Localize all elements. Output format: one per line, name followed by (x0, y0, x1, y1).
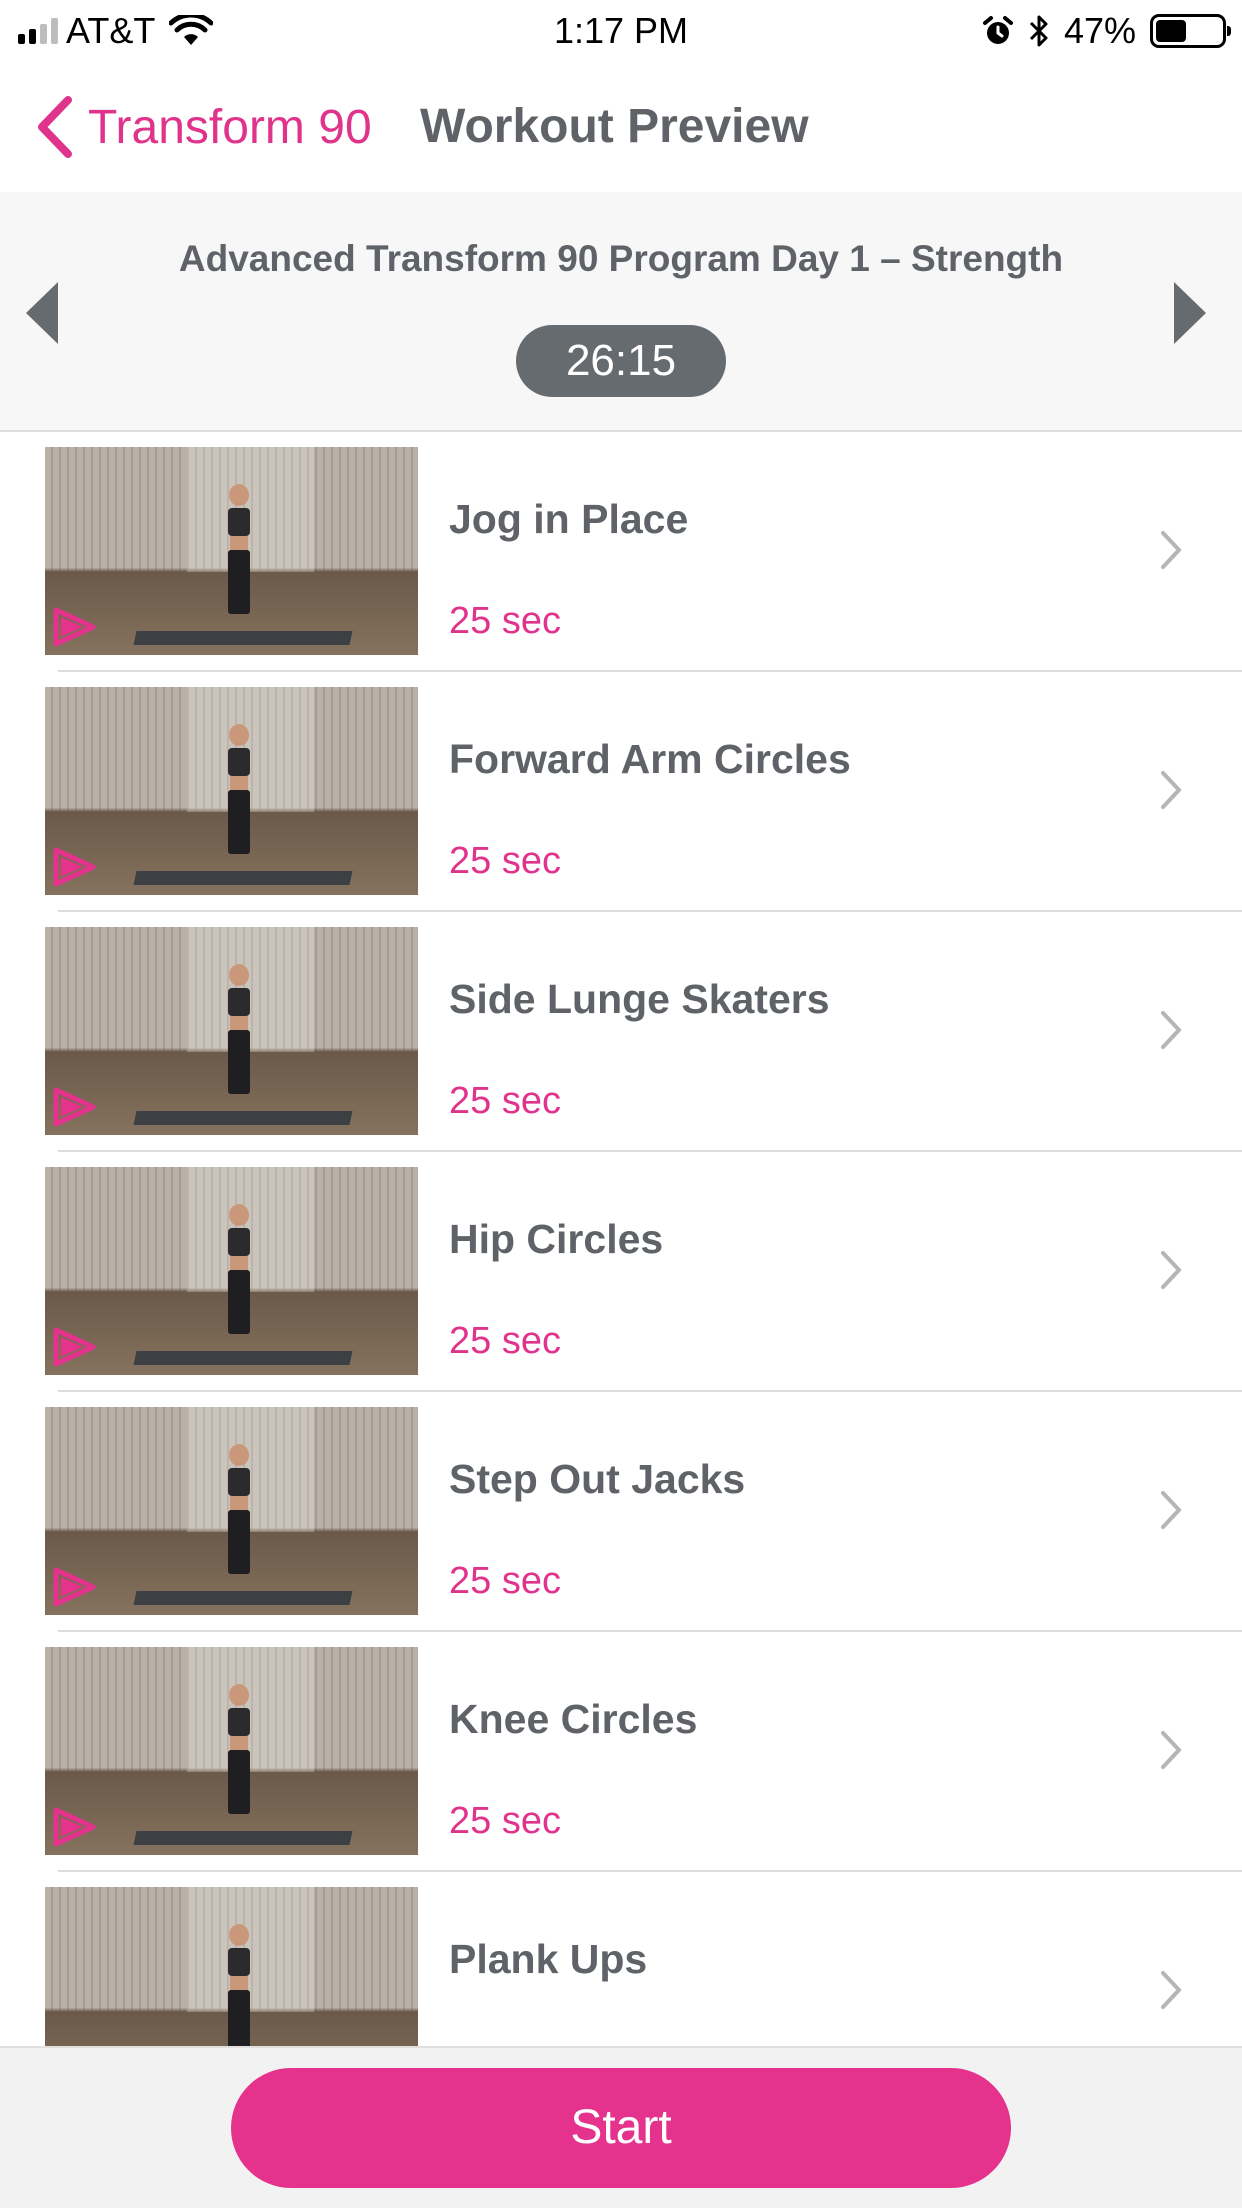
bottom-bar: Start (0, 2046, 1242, 2208)
exercise-thumbnail[interactable] (45, 447, 418, 655)
chevron-right-icon (1161, 1491, 1182, 1529)
exercise-thumbnail[interactable] (45, 1407, 418, 1615)
exercise-thumbnail[interactable] (45, 687, 418, 895)
play-icon[interactable] (53, 1807, 97, 1847)
workout-header: Advanced Transform 90 Program Day 1 – St… (0, 192, 1242, 432)
chevron-right-icon (1161, 1731, 1182, 1769)
exercise-name: Step Out Jacks (449, 1456, 746, 1502)
exercise-row[interactable]: Forward Arm Circles 25 sec (0, 672, 1242, 912)
chevron-right-icon (1161, 1971, 1182, 2009)
exercise-thumbnail[interactable] (45, 1647, 418, 1855)
exercise-thumbnail[interactable] (45, 1887, 418, 2046)
total-duration-badge: 26:15 (516, 325, 726, 397)
exercise-thumbnail[interactable] (45, 927, 418, 1135)
exercise-row[interactable]: Knee Circles 25 sec (0, 1632, 1242, 1872)
exercise-list[interactable]: Jog in Place 25 sec Forward Arm Circles … (0, 432, 1242, 2046)
play-icon[interactable] (53, 1087, 97, 1127)
nav-bar: Transform 90 Workout Preview (0, 62, 1242, 192)
play-icon[interactable] (53, 607, 97, 647)
exercise-name: Plank Ups (449, 1936, 648, 1982)
play-icon[interactable] (53, 1327, 97, 1367)
bluetooth-icon (1029, 15, 1048, 47)
exercise-duration: 25 sec (449, 600, 561, 642)
exercise-name: Jog in Place (449, 496, 689, 542)
battery-level (1156, 20, 1187, 42)
exercise-row[interactable]: Hip Circles 25 sec (0, 1152, 1242, 1392)
status-right: 47% (982, 8, 1231, 54)
battery-icon (1150, 14, 1231, 48)
exercise-row[interactable]: Jog in Place 25 sec (0, 432, 1242, 672)
exercise-name: Knee Circles (449, 1696, 698, 1742)
chevron-right-icon (1161, 1011, 1182, 1049)
chevron-right-icon (1161, 1251, 1182, 1289)
exercise-row[interactable]: Step Out Jacks 25 sec (0, 1392, 1242, 1632)
page-title: Workout Preview (420, 100, 809, 153)
chevron-left-icon (38, 96, 72, 158)
start-button[interactable]: Start (231, 2068, 1011, 2188)
exercise-duration: 25 sec (449, 1560, 561, 1602)
previous-day-arrow-icon[interactable] (24, 280, 60, 346)
play-icon[interactable] (53, 1567, 97, 1607)
exercise-duration: 25 sec (449, 1800, 561, 1842)
exercise-duration: 25 sec (449, 1080, 561, 1122)
chevron-right-icon (1161, 531, 1182, 569)
exercise-name: Hip Circles (449, 1216, 664, 1262)
exercise-thumbnail[interactable] (45, 1167, 418, 1375)
program-title: Advanced Transform 90 Program Day 1 – St… (178, 238, 1064, 279)
battery-percent: 47% (1063, 10, 1136, 51)
back-button[interactable]: Transform 90 (34, 92, 372, 162)
exercise-duration: 25 sec (449, 1320, 561, 1362)
status-bar: AT&T 1:17 PM 47% (0, 0, 1242, 62)
next-day-arrow-icon[interactable] (1172, 280, 1208, 346)
exercise-name: Side Lunge Skaters (449, 976, 830, 1022)
alarm-icon (982, 16, 1013, 44)
exercise-row[interactable]: Plank Ups (0, 1872, 1242, 2046)
exercise-row[interactable]: Side Lunge Skaters 25 sec (0, 912, 1242, 1152)
play-icon[interactable] (53, 847, 97, 887)
back-label: Transform 90 (88, 100, 372, 154)
chevron-right-icon (1161, 771, 1182, 809)
exercise-duration: 25 sec (449, 840, 561, 882)
exercise-name: Forward Arm Circles (449, 736, 851, 782)
